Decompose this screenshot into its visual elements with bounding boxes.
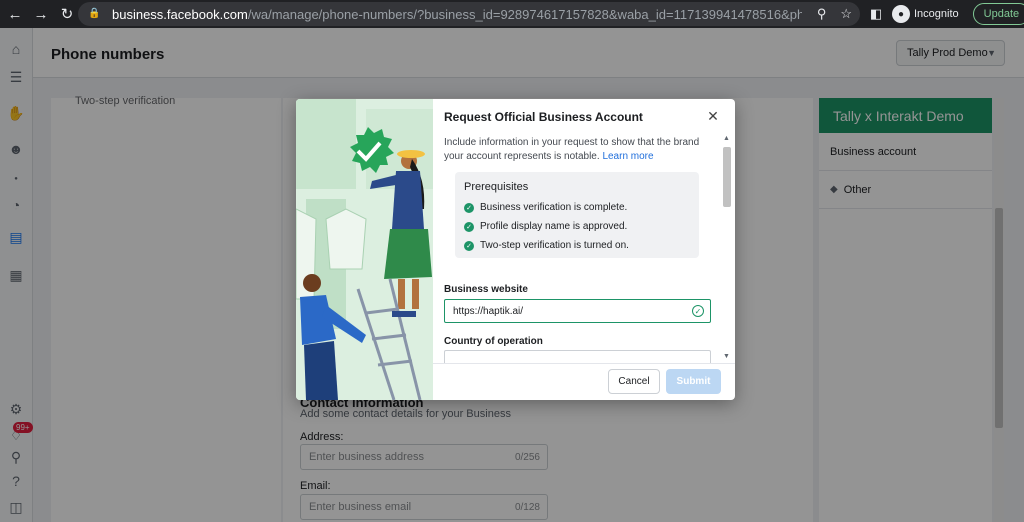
back-icon[interactable]: ← bbox=[4, 3, 26, 25]
prerequisites-title: Prerequisites bbox=[464, 181, 529, 193]
address-bar[interactable]: 🔒 business.facebook.com/wa/manage/phone-… bbox=[78, 2, 860, 26]
prerequisites-box: Prerequisites ✓ Business verification is… bbox=[455, 172, 699, 258]
incognito-label: Incognito bbox=[914, 8, 959, 20]
forward-icon[interactable]: → bbox=[30, 3, 52, 25]
incognito-indicator[interactable]: ● Incognito bbox=[892, 5, 959, 23]
check-circle-icon: ✓ bbox=[464, 240, 474, 251]
scroll-down-icon[interactable]: ▼ bbox=[723, 353, 730, 360]
country-of-operation-input[interactable] bbox=[444, 350, 711, 363]
scroll-up-icon[interactable]: ▲ bbox=[723, 135, 730, 142]
dialog-scroll-area[interactable]: Include information in your request to s… bbox=[433, 135, 735, 363]
url-text: business.facebook.com/wa/manage/phone-nu… bbox=[112, 6, 802, 22]
valid-check-icon: ✓ bbox=[692, 305, 704, 317]
dialog-footer: Cancel Submit bbox=[433, 363, 735, 400]
business-website-input[interactable]: https://haptik.ai/ ✓ bbox=[444, 299, 711, 323]
update-button[interactable]: Update bbox=[972, 3, 1024, 25]
dialog-scrollbar[interactable]: ▲ ▼ bbox=[722, 135, 732, 363]
submit-button[interactable]: Submit bbox=[666, 369, 721, 394]
cancel-button[interactable]: Cancel bbox=[608, 369, 660, 394]
lock-icon: 🔒 bbox=[88, 8, 101, 19]
illustration-image bbox=[296, 99, 433, 400]
prereq-item: ✓ Two-step verification is turned on. bbox=[464, 240, 629, 251]
browser-toolbar: ← → ↻ 🔒 business.facebook.com/wa/manage/… bbox=[0, 0, 1024, 28]
close-icon[interactable]: ✕ bbox=[705, 108, 721, 124]
check-circle-icon: ✓ bbox=[464, 221, 474, 232]
prereq-item: ✓ Business verification is complete. bbox=[464, 202, 627, 213]
side-panel-icon[interactable]: ◧ bbox=[868, 6, 884, 22]
dialog-title: Request Official Business Account bbox=[444, 110, 643, 124]
reload-icon[interactable]: ↻ bbox=[56, 3, 78, 25]
prereq-item: ✓ Profile display name is approved. bbox=[464, 221, 627, 232]
business-website-label: Business website bbox=[444, 284, 528, 295]
incognito-icon: ● bbox=[892, 5, 910, 23]
learn-more-link[interactable]: Learn more bbox=[602, 151, 653, 162]
search-icon[interactable]: ⚲ bbox=[817, 6, 827, 22]
check-circle-icon: ✓ bbox=[464, 202, 474, 213]
dialog-body: Request Official Business Account ✕ Incl… bbox=[433, 99, 735, 400]
bookmark-star-icon[interactable]: ☆ bbox=[840, 6, 852, 22]
request-oba-dialog: Request Official Business Account ✕ Incl… bbox=[296, 99, 735, 400]
dialog-intro: Include information in your request to s… bbox=[444, 137, 700, 162]
country-label: Country of operation bbox=[444, 336, 543, 347]
